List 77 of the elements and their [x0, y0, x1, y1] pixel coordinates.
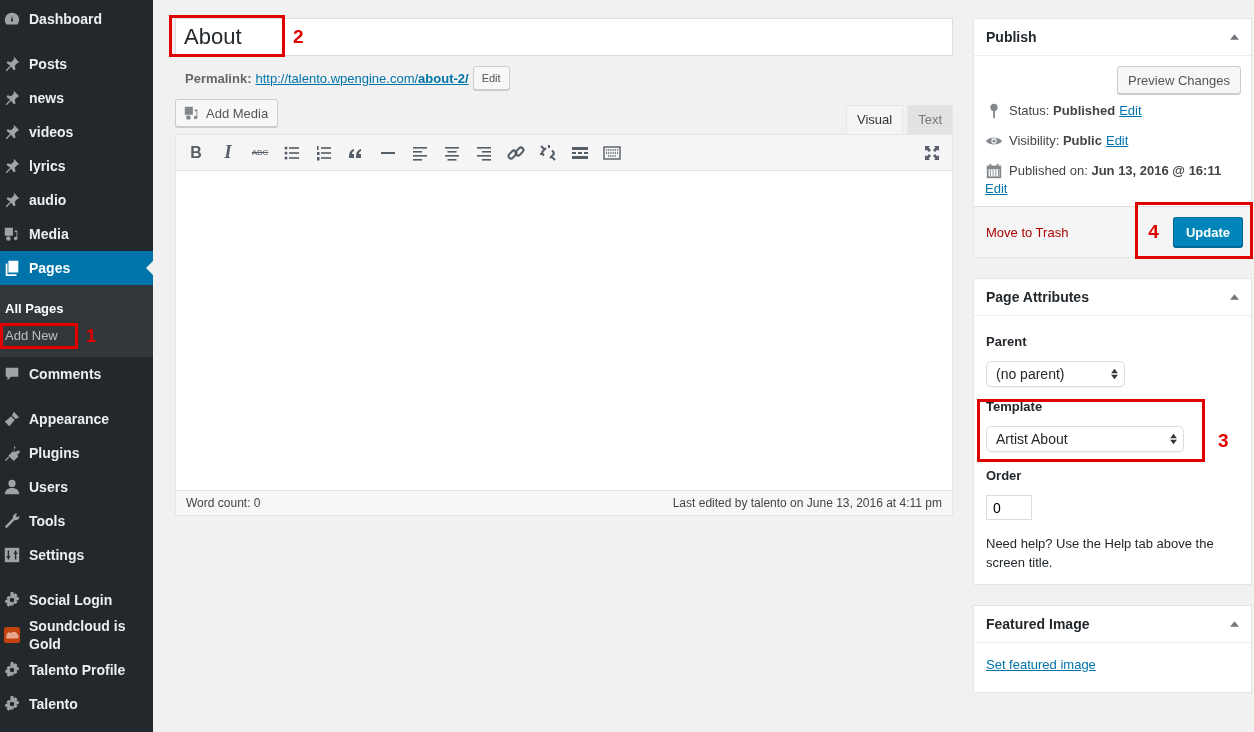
sidebar-item[interactable]: Settings	[0, 538, 153, 572]
settings-icon	[3, 695, 21, 713]
user-icon	[3, 478, 21, 496]
submenu-item[interactable]: All Pages	[5, 301, 64, 316]
settings-icon	[3, 661, 21, 679]
add-media-button[interactable]: Add Media	[175, 99, 279, 127]
paintbrush-icon	[3, 410, 21, 428]
submenu-item[interactable]: Add New	[5, 328, 58, 343]
sidebar-item[interactable]: videos	[0, 115, 153, 149]
updown-arrows-icon	[1111, 368, 1118, 380]
sidebar-item[interactable]: Pages	[0, 251, 153, 285]
annotation-number: 2	[293, 26, 304, 48]
annotation-number: 1	[85, 324, 97, 347]
preview-changes-button[interactable]: Preview Changes	[1117, 66, 1241, 94]
update-button[interactable]: Update	[1172, 217, 1243, 247]
template-dropdown[interactable]: Artist About	[986, 426, 1184, 452]
order-field[interactable]: 0	[986, 495, 1032, 520]
sidebar-item[interactable]: Media	[0, 217, 153, 251]
sidebar-item[interactable]: Talento Profile	[0, 653, 153, 687]
toolbar-button[interactable]: ABC	[248, 140, 272, 165]
sidebar-item[interactable]: Comments	[0, 357, 153, 391]
sidebar-item[interactable]: audio	[0, 183, 153, 217]
sidebar-item[interactable]: news	[0, 81, 153, 115]
pages-icon	[3, 259, 21, 277]
pushpin-icon	[3, 157, 21, 175]
sidebar-item[interactable]: Dashboard	[0, 2, 153, 36]
settings-icon	[3, 591, 21, 609]
sidebar-item[interactable]: Talento	[0, 687, 153, 721]
cloud-icon	[3, 626, 21, 644]
sliders-icon	[3, 546, 21, 564]
panel-title: Featured Image	[986, 616, 1090, 632]
calendar-icon	[985, 162, 1003, 180]
set-featured-image-link[interactable]: Set featured image	[986, 657, 1096, 672]
pushpin-icon	[3, 191, 21, 209]
pushpin-icon	[3, 55, 21, 73]
last-edited-text: Last edited by talento on June 13, 2016 at 4:11 pm	[672, 496, 942, 510]
collapse-icon[interactable]	[1230, 294, 1239, 300]
collapse-icon[interactable]	[1230, 621, 1239, 627]
help-text: Need help? Use the Help tab above the screen title.	[986, 535, 1215, 572]
permalink-label: Permalink:	[185, 70, 252, 86]
current-menu-pointer	[146, 261, 153, 275]
sidebar-item[interactable]: Appearance	[0, 402, 153, 436]
panel-title: Publish	[986, 29, 1037, 45]
editor-tab[interactable]: Visual	[845, 105, 904, 134]
toolbar-button[interactable]: I	[216, 140, 240, 165]
wrench-icon	[3, 512, 21, 530]
sidebar-item[interactable]: Tools	[0, 504, 153, 538]
edit-permalink-button[interactable]: Edit	[472, 66, 510, 90]
sidebar-item[interactable]: Soundcloud is Gold	[0, 617, 153, 653]
field-label: Parent	[986, 334, 1028, 349]
publish-info-text: Visibility: Public	[1009, 132, 1102, 150]
annotation-number: 3	[1218, 430, 1229, 452]
edit-link[interactable]: Edit	[1119, 102, 1142, 120]
editor-tab[interactable]: Text	[907, 105, 953, 134]
word-count: Word count: 0	[186, 496, 261, 510]
permalink-link[interactable]: http://talento.wpengine.com/about-2/	[255, 70, 469, 86]
sidebar-item[interactable]: Posts	[0, 47, 153, 81]
move-to-trash-link[interactable]: Move to Trash	[986, 224, 1069, 240]
sidebar-item[interactable]: Social Login	[0, 583, 153, 617]
updown-arrows-icon	[1170, 433, 1177, 445]
sidebar-item[interactable]: Users	[0, 470, 153, 504]
annotation-number: 4	[1148, 221, 1159, 243]
parent-dropdown[interactable]: (no parent)	[986, 361, 1125, 387]
edit-link[interactable]: Edit	[985, 180, 1008, 198]
plug-icon	[3, 444, 21, 462]
publish-info-text: Published on: Jun 13, 2016 @ 16:11	[1009, 162, 1222, 180]
collapse-icon[interactable]	[1230, 34, 1239, 40]
toolbar-button[interactable]: B	[184, 140, 208, 165]
pushpin-icon	[3, 123, 21, 141]
field-label: Order	[986, 468, 1023, 483]
sidebar-item[interactable]: Plugins	[0, 436, 153, 470]
panel-title: Page Attributes	[986, 289, 1089, 305]
field-label: Template	[986, 399, 1044, 414]
publish-info-text: Status: Published	[1009, 102, 1116, 120]
pushpin-icon	[3, 89, 21, 107]
edit-link[interactable]: Edit	[1105, 132, 1129, 150]
sidebar-item[interactable]: lyrics	[0, 149, 153, 183]
